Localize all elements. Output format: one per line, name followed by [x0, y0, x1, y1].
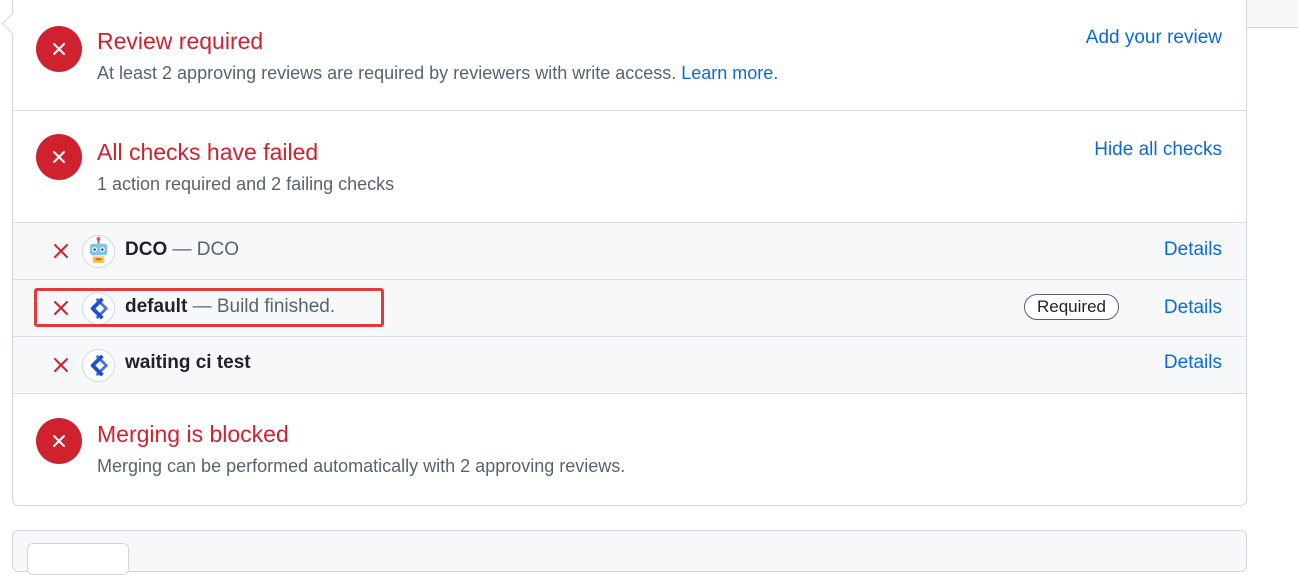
merge-title: Merging is blocked [97, 421, 289, 447]
add-your-review-link[interactable]: Add your review [1086, 27, 1222, 49]
check-text-waiting-ci-test: waiting ci test [125, 352, 251, 374]
review-failed-icon [36, 26, 82, 72]
merge-blocked-icon [36, 418, 82, 464]
hide-all-checks-link[interactable]: Hide all checks [1094, 139, 1222, 161]
checks-failed-icon [36, 134, 82, 180]
learn-more-link[interactable]: Learn more. [681, 63, 778, 83]
highlight-box [34, 288, 384, 327]
checks-subtitle: 1 action required and 2 failing checks [97, 174, 395, 194]
merge-subtitle: Merging can be performed automatically w… [97, 456, 626, 476]
review-subtitle: At least 2 approving reviews are require… [97, 63, 778, 84]
required-badge: Required [1024, 294, 1119, 320]
check-name: waiting ci test [125, 352, 251, 373]
check-text-dco: DCO — DCO [125, 239, 239, 261]
check-row-waiting-ci-test: waiting ci test Details [13, 337, 1246, 394]
ci-logo-icon [82, 349, 115, 382]
review-subtitle-text: At least 2 approving reviews are require… [97, 63, 677, 83]
check-row-dco: DCO — DCO Details [13, 223, 1246, 280]
x-icon [54, 244, 68, 258]
merge-status-box: Review required At least 2 approving rev… [1, 0, 1247, 506]
check-description: — DCO [172, 239, 240, 260]
details-link-dco[interactable]: Details [1164, 239, 1222, 261]
checks-section: All checks have failed 1 action required… [13, 111, 1246, 223]
details-link-default[interactable]: Details [1164, 297, 1222, 319]
next-section-box [12, 530, 1247, 575]
robot-icon [82, 235, 115, 268]
next-section-control[interactable] [27, 543, 129, 575]
review-section: Review required At least 2 approving rev… [13, 0, 1246, 111]
merge-blocked-section: Merging is blocked Merging can be perfor… [13, 394, 1246, 504]
review-title: Review required [97, 28, 264, 54]
x-icon [54, 358, 68, 372]
checks-title: All checks have failed [97, 139, 319, 165]
check-row-default: default — Build finished. Required Detai… [13, 280, 1246, 337]
details-link-waiting-ci-test[interactable]: Details [1164, 352, 1222, 374]
check-name: DCO [125, 239, 168, 260]
